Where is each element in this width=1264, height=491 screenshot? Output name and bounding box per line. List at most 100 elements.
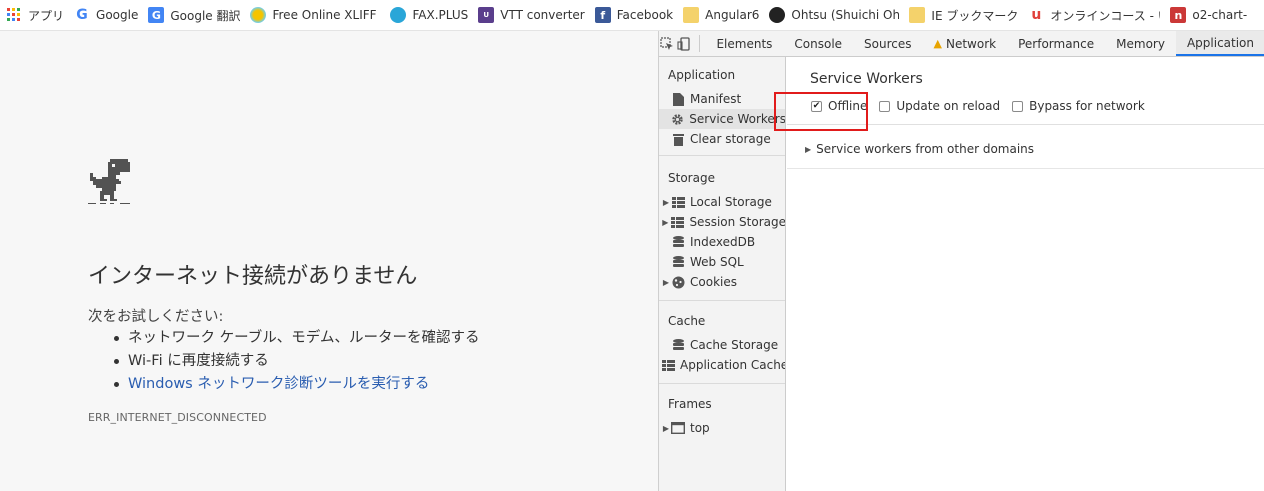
bookmark-google[interactable]: G Google [70,0,144,30]
suggestion-item: Windows ネットワーク診断ツールを実行する [110,373,479,396]
toolbar-divider [698,35,700,52]
xliff-icon [250,7,267,23]
tab-elements[interactable]: Elements [705,31,783,56]
other-domains-toggle[interactable]: ▶ Service workers from other domains [805,142,1034,156]
bookmark-label: VTT converter [500,8,585,22]
bookmark-google-translate[interactable]: G Google 翻訳 [144,0,246,30]
section-divider [659,300,785,301]
expand-triangle-icon: ▶ [805,144,812,154]
update-on-reload-option[interactable]: Update on reload [879,99,1000,113]
sidebar-item-web-sql[interactable]: Web SQL [659,252,785,272]
bookmark-label: FAX.PLUS [412,8,469,22]
suggestion-text: ネットワーク ケーブル、モデム、ルーターを確認する [128,330,480,346]
expand-triangle-icon[interactable]: ▶ [659,198,671,207]
devtools-tab-bar: Elements Console Sources ▲ Network Perfor… [659,31,1264,57]
expand-triangle-icon[interactable]: ▶ [659,278,671,287]
sidebar-item-clear-storage[interactable]: Clear storage [659,129,785,149]
sidebar-item-label: Clear storage [690,132,771,146]
bookmark-folder-angular6[interactable]: Angular6 [679,0,765,30]
bookmark-label: Facebook [616,8,674,22]
bookmark-udemy[interactable]: u オンラインコース - いつで [1024,0,1166,30]
sidebar-item-label: IndexedDB [690,235,756,249]
database-icon [671,338,685,352]
error-title: インターネット接続がありません [88,264,418,289]
tab-label: Application [1186,35,1255,50]
option-label: Update on reload [896,99,1001,113]
section-title-storage: Storage [668,171,715,185]
gear-icon [670,112,684,126]
sidebar-item-application-cache[interactable]: Application Cache [659,355,785,375]
bookmark-o2-chart[interactable]: n o2-chart- [1166,0,1253,30]
github-icon [769,7,786,23]
tab-label: Sources [864,36,912,51]
sidebar-item-session-storage[interactable]: ▶ Session Storage [659,212,785,232]
bookmark-label: Google [96,8,139,22]
tab-sources[interactable]: Sources [853,31,922,56]
udemy-icon: u [1031,7,1042,23]
bypass-for-network-checkbox[interactable] [1012,100,1024,112]
divider [787,168,1264,169]
database-icon [671,235,685,249]
section-divider [659,155,785,156]
offline-error-page: インターネット接続がありません 次をお試しください: ネットワーク ケーブル、モ… [0,31,658,491]
tab-label: Performance [1018,36,1095,51]
sidebar-item-frame-top[interactable]: ▶ top [659,418,785,438]
frame-icon [671,421,685,435]
sidebar-item-indexeddb[interactable]: IndexedDB [659,232,785,252]
vtt-icon: U [478,7,495,23]
tab-console[interactable]: Console [783,31,853,56]
cookie-icon [671,275,685,289]
bookmarks-bar: アプリ G Google G Google 翻訳 Free Online XLI… [0,0,1264,31]
sidebar-item-label: Service Workers [689,112,786,126]
inspect-element-icon[interactable] [659,31,676,56]
update-on-reload-checkbox[interactable] [879,100,891,112]
bookmark-xliff[interactable]: Free Online XLIFF Ed [246,0,386,30]
bookmark-label: o2-chart- [1192,8,1248,22]
dino-icon[interactable] [88,159,134,205]
document-icon [671,92,685,106]
device-toolbar-icon[interactable] [676,31,693,56]
section-title-application: Application [668,68,736,82]
tab-memory[interactable]: Memory [1105,31,1176,56]
suggestion-text: Wi-Fi に再度接続する [128,353,269,369]
bookmark-fax-plus[interactable]: FAX.PLUS [386,0,474,30]
suggestion-list: ネットワーク ケーブル、モデム、ルーターを確認する Wi-Fi に再度接続する … [110,327,479,396]
expand-triangle-icon[interactable]: ▶ [659,424,671,433]
table-icon [661,358,675,372]
tab-application[interactable]: Application [1175,31,1264,56]
sidebar-item-manifest[interactable]: Manifest [659,89,785,109]
tab-label: Network [945,36,997,51]
section-title-frames: Frames [668,397,712,411]
sidebar-item-label: Local Storage [690,195,772,209]
application-sidebar: Application Manifest Service Workers Cle… [659,57,786,491]
npm-icon: n [1170,7,1187,23]
expand-triangle-icon[interactable]: ▶ [659,218,670,227]
section-divider [659,383,785,384]
bookmark-github-ohtsu[interactable]: Ohtsu (Shuichi Ohtsu [765,0,905,30]
browser-window: アプリ G Google G Google 翻訳 Free Online XLI… [0,0,1264,491]
sidebar-item-cookies[interactable]: ▶ Cookies [659,272,785,292]
bookmark-apps[interactable]: アプリ [2,0,70,30]
tab-network[interactable]: ▲ Network [923,31,1008,56]
bookmark-vtt-converter[interactable]: U VTT converter [474,0,590,30]
folder-icon [909,7,926,23]
devtools-panel: Elements Console Sources ▲ Network Perfor… [658,31,1264,491]
sidebar-item-local-storage[interactable]: ▶ Local Storage [659,192,785,212]
bookmark-label: Angular6 [705,8,760,22]
tab-performance[interactable]: Performance [1007,31,1105,56]
pane-title: Service Workers [810,71,923,87]
sidebar-item-service-workers[interactable]: Service Workers [659,109,786,129]
sidebar-item-cache-storage[interactable]: Cache Storage [659,335,785,355]
bookmark-label: アプリ [28,8,65,23]
bookmark-label: Free Online XLIFF Ed [272,8,380,22]
bookmark-facebook[interactable]: f Facebook [591,0,679,30]
diagnostics-link[interactable]: Windows ネットワーク診断ツールを実行する [128,376,429,392]
bookmark-folder-ie[interactable]: IE ブックマーク [905,0,1024,30]
error-code: ERR_INTERNET_DISCONNECTED [88,411,267,424]
suggestion-item: ネットワーク ケーブル、モデム、ルーターを確認する [110,327,479,350]
tab-label: Console [794,36,843,51]
trash-icon [671,132,685,146]
table-icon [670,215,684,229]
bypass-for-network-option[interactable]: Bypass for network [1012,99,1145,113]
bookmark-label: オンラインコース - いつで [1050,8,1160,23]
